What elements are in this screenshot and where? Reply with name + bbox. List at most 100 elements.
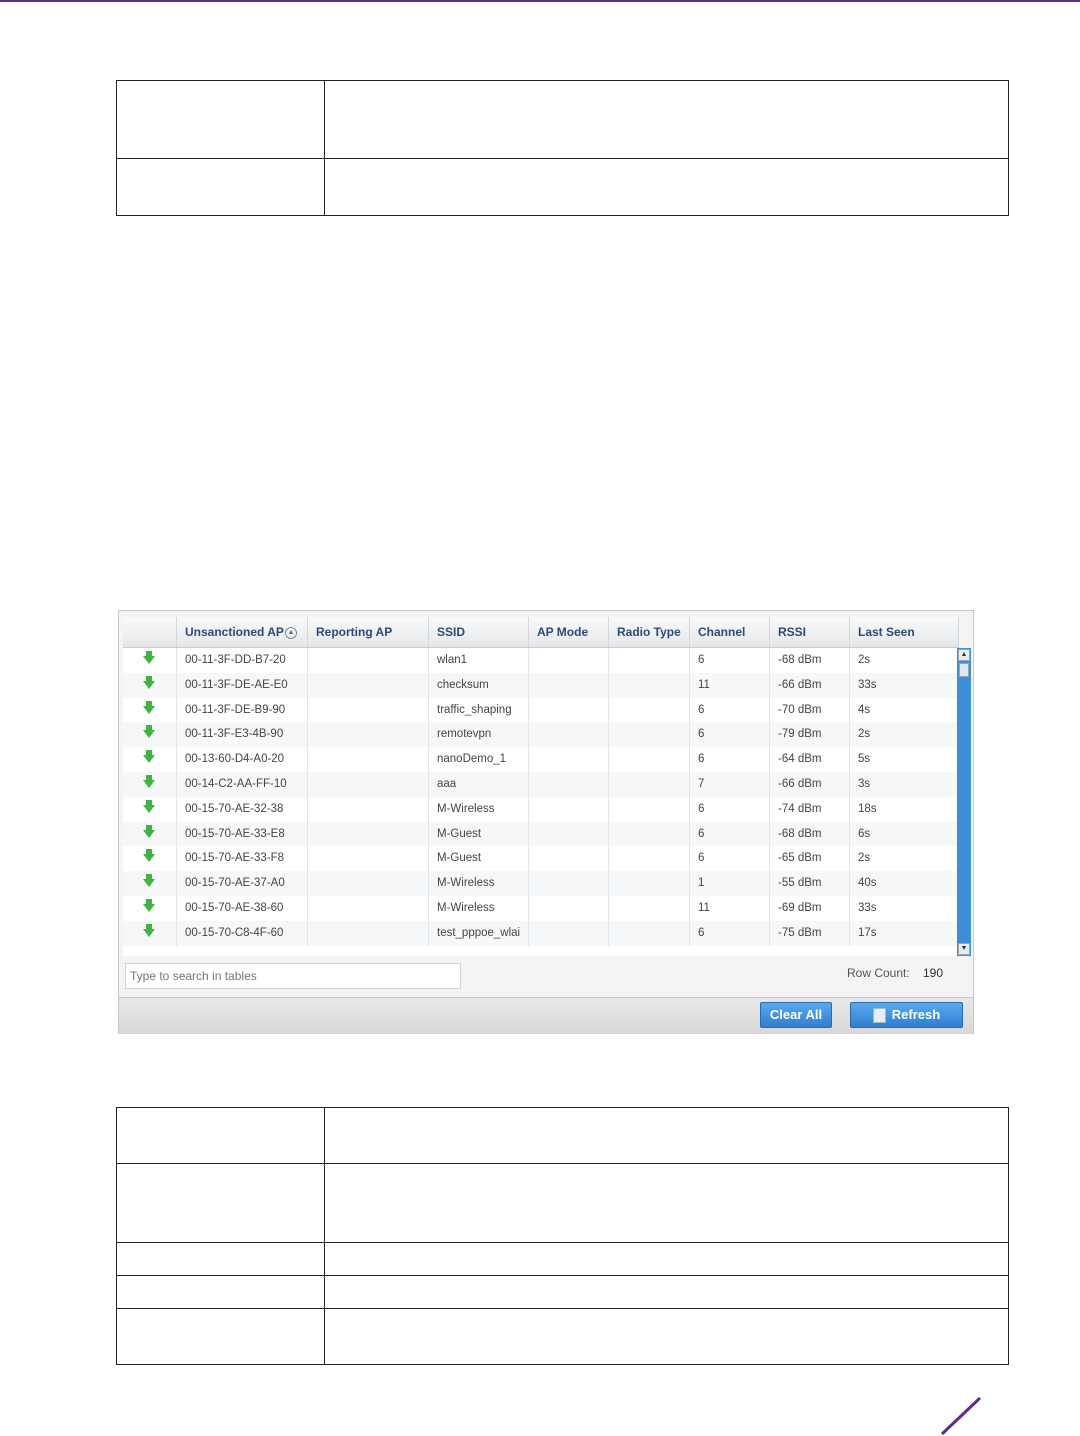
cell-seen: 33s: [850, 895, 959, 921]
cell-radio: [609, 697, 690, 723]
page-top-rule: [0, 0, 1080, 2]
cell-radio: [609, 672, 690, 698]
column-header-reporting-ap[interactable]: Reporting AP: [308, 617, 429, 647]
cell-rssi: -64 dBm: [770, 747, 850, 772]
cell-reporting: [308, 722, 429, 748]
cell-mode: [529, 672, 609, 698]
cell-channel: 6: [690, 697, 770, 723]
table-row[interactable]: 00-11-3F-DE-AE-E0 checksum 11 -66 dBm 33s: [123, 672, 959, 698]
cell-channel: 11: [690, 895, 770, 921]
column-header-last-seen[interactable]: Last Seen: [850, 617, 959, 647]
cell-reporting: [308, 672, 429, 698]
green-down-arrow-icon: [143, 750, 155, 764]
cell-radio: [609, 747, 690, 772]
cell-rssi: -65 dBm: [770, 846, 850, 872]
scroll-down-icon[interactable]: ▼: [958, 943, 970, 955]
cell-seen: 6s: [850, 821, 959, 847]
cell-radio: [609, 771, 690, 797]
cell-rssi: -68 dBm: [770, 821, 850, 847]
table-search-input[interactable]: [125, 963, 461, 989]
sort-ascending-icon[interactable]: ▲: [284, 626, 297, 639]
cell-ssid: M-Wireless: [429, 871, 529, 896]
cell-ssid: M-Wireless: [429, 895, 529, 921]
status-cell: [123, 697, 177, 723]
table-row[interactable]: 00-15-70-C8-4F-60 test_pppoe_wlai 6 -75 dBm…: [123, 920, 959, 946]
cell-ap: 00-15-70-AE-32-38: [177, 796, 308, 822]
table-row[interactable]: 00-15-70-AE-33-F8 M-Guest 6 -65 dBm 2s: [123, 846, 959, 872]
cell-mode: [529, 871, 609, 896]
doc-cell: [324, 1308, 1009, 1365]
cell-ap: 00-15-70-AE-37-A0: [177, 871, 308, 896]
cell-rssi: -74 dBm: [770, 796, 850, 822]
doc-table-top: [116, 80, 1009, 216]
green-down-arrow-icon: [143, 675, 155, 689]
cell-channel: 6: [690, 747, 770, 772]
cell-mode: [529, 722, 609, 748]
cell-reporting: [308, 771, 429, 797]
cell-ap: 00-15-70-AE-33-F8: [177, 846, 308, 872]
cell-ap: 00-11-3F-DD-B7-20: [177, 648, 308, 673]
table-scrollbar[interactable]: ▲ ▼: [957, 648, 971, 956]
green-down-arrow-icon: [143, 874, 155, 888]
table-row[interactable]: 00-11-3F-DD-B7-20 wlan1 6 -68 dBm 2s: [123, 648, 959, 673]
cell-channel: 6: [690, 821, 770, 847]
column-header-ap-mode[interactable]: AP Mode: [529, 617, 609, 647]
cell-ssid: nanoDemo_1: [429, 747, 529, 772]
cell-radio: [609, 648, 690, 673]
doc-cell: [324, 80, 1009, 159]
column-header-status[interactable]: [123, 617, 177, 647]
row-count-value: 190: [923, 966, 944, 980]
table-row[interactable]: 00-15-70-AE-38-60 M-Wireless 11 -69 dBm 33s: [123, 895, 959, 921]
green-down-arrow-icon: [143, 650, 155, 664]
cell-seen: 40s: [850, 871, 959, 896]
column-header-ssid[interactable]: SSID: [429, 617, 529, 647]
cell-ssid: wlan1: [429, 648, 529, 673]
status-cell: [123, 895, 177, 921]
cell-reporting: [308, 648, 429, 673]
cell-rssi: -69 dBm: [770, 895, 850, 921]
clear-all-button[interactable]: Clear All: [760, 1002, 832, 1028]
cell-ssid: M-Wireless: [429, 796, 529, 822]
cell-channel: 7: [690, 771, 770, 797]
button-bar: [119, 997, 973, 1034]
cell-seen: 33s: [850, 672, 959, 698]
doc-cell: [116, 1107, 325, 1164]
table-row[interactable]: 00-13-60-D4-A0-20 nanoDemo_1 6 -64 dBm 5s: [123, 747, 959, 772]
cell-rssi: -66 dBm: [770, 771, 850, 797]
column-header-radio-type[interactable]: Radio Type: [609, 617, 690, 647]
doc-cell: [324, 1107, 1009, 1164]
cell-ssid: checksum: [429, 672, 529, 698]
cell-seen: 5s: [850, 747, 959, 772]
column-header-rssi[interactable]: RSSI: [770, 617, 850, 647]
status-cell: [123, 920, 177, 946]
cell-radio: [609, 722, 690, 748]
doc-cell: [116, 80, 325, 159]
green-down-arrow-icon: [143, 799, 155, 813]
cell-reporting: [308, 920, 429, 946]
status-cell: [123, 871, 177, 896]
scroll-thumb[interactable]: [959, 663, 969, 677]
cell-channel: 6: [690, 722, 770, 748]
cell-rssi: -75 dBm: [770, 920, 850, 946]
scroll-up-icon[interactable]: ▲: [958, 649, 970, 661]
table-row[interactable]: 00-14-C2-AA-FF-10 aaa 7 -66 dBm 3s: [123, 771, 959, 797]
cell-channel: 11: [690, 672, 770, 698]
cell-seen: 18s: [850, 796, 959, 822]
cell-reporting: [308, 846, 429, 872]
table-body: 00-11-3F-DD-B7-20 wlan1 6 -68 dBm 2s 00-11-3F…: [123, 648, 959, 956]
table-row[interactable]: 00-11-3F-E3-4B-90 remotevpn 6 -79 dBm 2s: [123, 722, 959, 748]
table-row[interactable]: 00-15-70-AE-33-E8 M-Guest 6 -68 dBm 6s: [123, 821, 959, 847]
refresh-button[interactable]: Refresh: [850, 1002, 963, 1028]
clear-all-label: Clear All: [769, 1007, 823, 1022]
cell-radio: [609, 871, 690, 896]
column-header-channel[interactable]: Channel: [690, 617, 770, 647]
table-row[interactable]: 00-15-70-AE-37-A0 M-Wireless 1 -55 dBm 40s: [123, 871, 959, 896]
table-row[interactable]: 00-11-3F-DE-B9-90 traffic_shaping 6 -70 dBm…: [123, 697, 959, 723]
row-count-label: Row Count:: [847, 966, 910, 980]
cell-channel: 6: [690, 846, 770, 872]
column-header-unsanctioned-ap[interactable]: Unsanctioned AP ▲: [177, 617, 308, 647]
table-row[interactable]: 00-15-70-AE-32-38 M-Wireless 6 -74 dBm 18s: [123, 796, 959, 822]
cell-ap: 00-14-C2-AA-FF-10: [177, 771, 308, 797]
green-down-arrow-icon: [143, 923, 155, 937]
status-cell: [123, 722, 177, 748]
